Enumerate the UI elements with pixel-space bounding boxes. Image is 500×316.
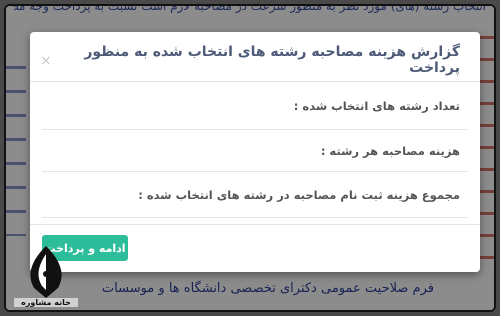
payment-report-modal: گزارش هزینه مصاحبه رشته های انتخاب شده ب…	[30, 32, 480, 272]
interview-fee-per-major-label: هزینه مصاحبه هر رشته :	[320, 143, 460, 158]
browser-frame: انتخاب رشته (های) مورد نظر به منظور سرعت…	[4, 4, 496, 312]
close-icon[interactable]: ×	[40, 54, 52, 68]
selected-majors-count-label: تعداد رشته های انتخاب شده :	[293, 98, 460, 113]
logo-caption: خانه مشاوره	[14, 298, 78, 307]
modal-header: گزارش هزینه مصاحبه رشته های انتخاب شده ب…	[30, 32, 480, 82]
total-interview-fee-row: مجموع هزینه ثبت نام مصاحبه در رشته های ا…	[42, 172, 468, 218]
interview-fee-per-major-row: هزینه مصاحبه هر رشته :	[42, 130, 468, 172]
modal-title: گزارش هزینه مصاحبه رشته های انتخاب شده ب…	[84, 44, 460, 76]
site-logo: خانه مشاوره	[14, 244, 78, 310]
pen-nib-logo-icon	[30, 246, 62, 298]
modal-body: تعداد رشته های انتخاب شده : هزینه مصاحبه…	[30, 82, 480, 218]
total-interview-fee-label: مجموع هزینه ثبت نام مصاحبه در رشته های ا…	[138, 187, 460, 202]
selected-majors-count-row: تعداد رشته های انتخاب شده :	[42, 82, 468, 130]
modal-footer: ادامه و پرداخت	[30, 224, 480, 272]
